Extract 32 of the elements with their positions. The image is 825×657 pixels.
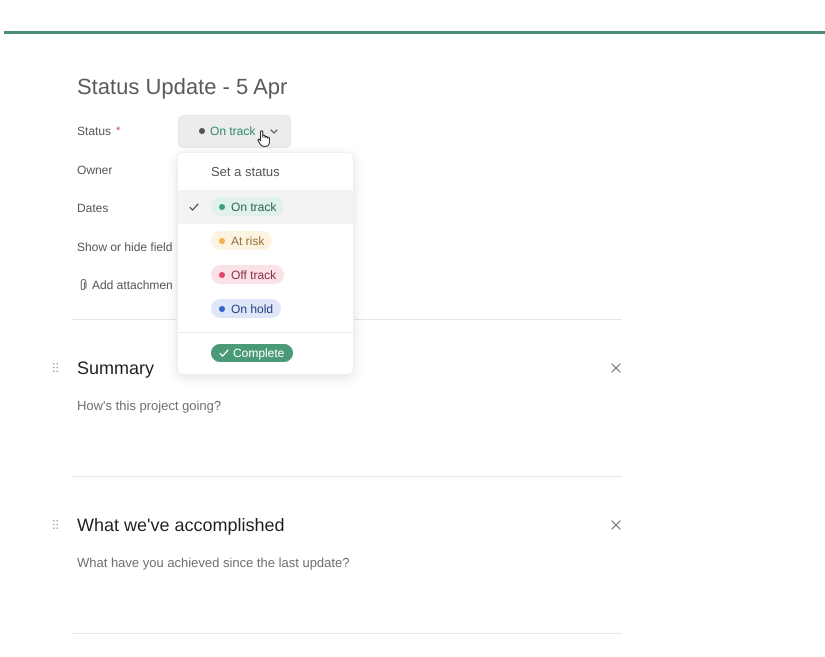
update-title: Status Update - 5 Apr [77,73,288,101]
close-icon[interactable] [611,362,621,372]
section-heading: What we've accomplished [77,514,285,536]
section-heading: Summary [77,356,154,380]
drag-handle-icon[interactable] [53,520,58,529]
check-icon [189,202,199,211]
drag-handle-icon[interactable] [53,363,58,372]
status-option[interactable]: On hold [178,292,353,326]
hand-cursor-icon [257,130,270,147]
status-dot-icon [199,128,205,134]
status-label: At risk [231,234,264,248]
paperclip-icon [79,278,87,292]
text-input-field[interactable]: What have you achieved since the last update? [77,554,622,632]
status-label: On track [231,200,276,214]
check-icon [219,348,229,357]
menu-heading: Set a status [210,162,281,181]
status-option[interactable]: At risk [178,224,353,258]
field-label: Status [77,124,112,138]
complete-button[interactable]: Complete [211,344,294,362]
status-dropdown-button[interactable]: On track [178,114,291,148]
field-label: Dates [77,201,108,216]
status-option[interactable]: Off track [178,258,353,292]
chevron-down-icon [270,128,278,134]
status-label: On hold [231,302,274,316]
field-label: Owner [77,162,112,177]
required-mark: * [116,125,120,138]
add-attachment-button[interactable]: Add attachmen [77,278,173,292]
status-label: Off track [231,268,276,282]
status-option[interactable]: On track [178,190,353,224]
text-input-field[interactable]: How's this project going? [77,396,622,476]
close-icon[interactable] [611,520,621,530]
field-label: Show or hide field [77,240,172,254]
